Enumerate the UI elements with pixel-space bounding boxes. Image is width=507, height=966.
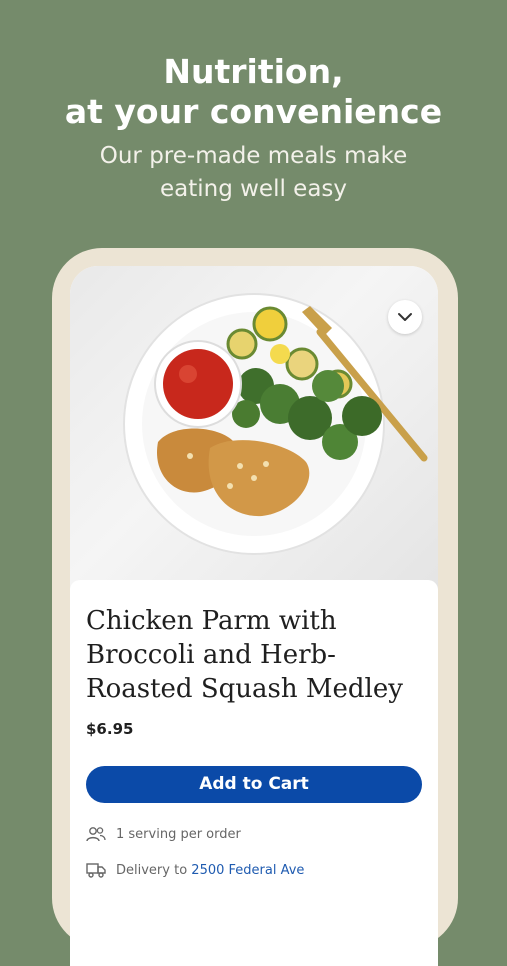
delivery-text: Delivery to 2500 Federal Ave <box>116 863 304 878</box>
truck-icon <box>86 863 106 878</box>
add-to-cart-button[interactable]: Add to Cart <box>86 766 422 803</box>
headline-line-2: at your convenience <box>64 92 443 131</box>
headline-line-1: Nutrition, <box>163 52 344 91</box>
collapse-button[interactable] <box>388 300 422 334</box>
meal-illustration <box>123 293 428 555</box>
delivery-row: Delivery to 2500 Federal Ave <box>86 862 304 878</box>
meal-photo <box>70 266 438 596</box>
subheadline-line-2: eating well easy <box>159 176 348 202</box>
meal-title: Chicken Parm with Broccoli and Herb-Roas… <box>86 606 403 704</box>
subheadline-line-1: Our pre-made meals make <box>99 143 408 169</box>
headline: Nutrition, at your convenience <box>0 52 507 132</box>
servings-text: 1 serving per order <box>116 826 241 842</box>
people-icon <box>86 827 106 842</box>
meal-details-card: Chicken Parm with Broccoli and Herb-Roas… <box>70 580 438 966</box>
meal-price: $6.95 <box>86 720 134 738</box>
phone-screen: Chicken Parm with Broccoli and Herb-Roas… <box>70 266 438 966</box>
delivery-prefix: Delivery to <box>116 862 188 878</box>
servings-row: 1 serving per order <box>86 826 241 842</box>
subheadline: Our pre-made meals make eating well easy <box>0 140 507 206</box>
chevron-down-icon <box>398 313 412 321</box>
delivery-address-link[interactable]: 2500 Federal Ave <box>191 863 304 878</box>
